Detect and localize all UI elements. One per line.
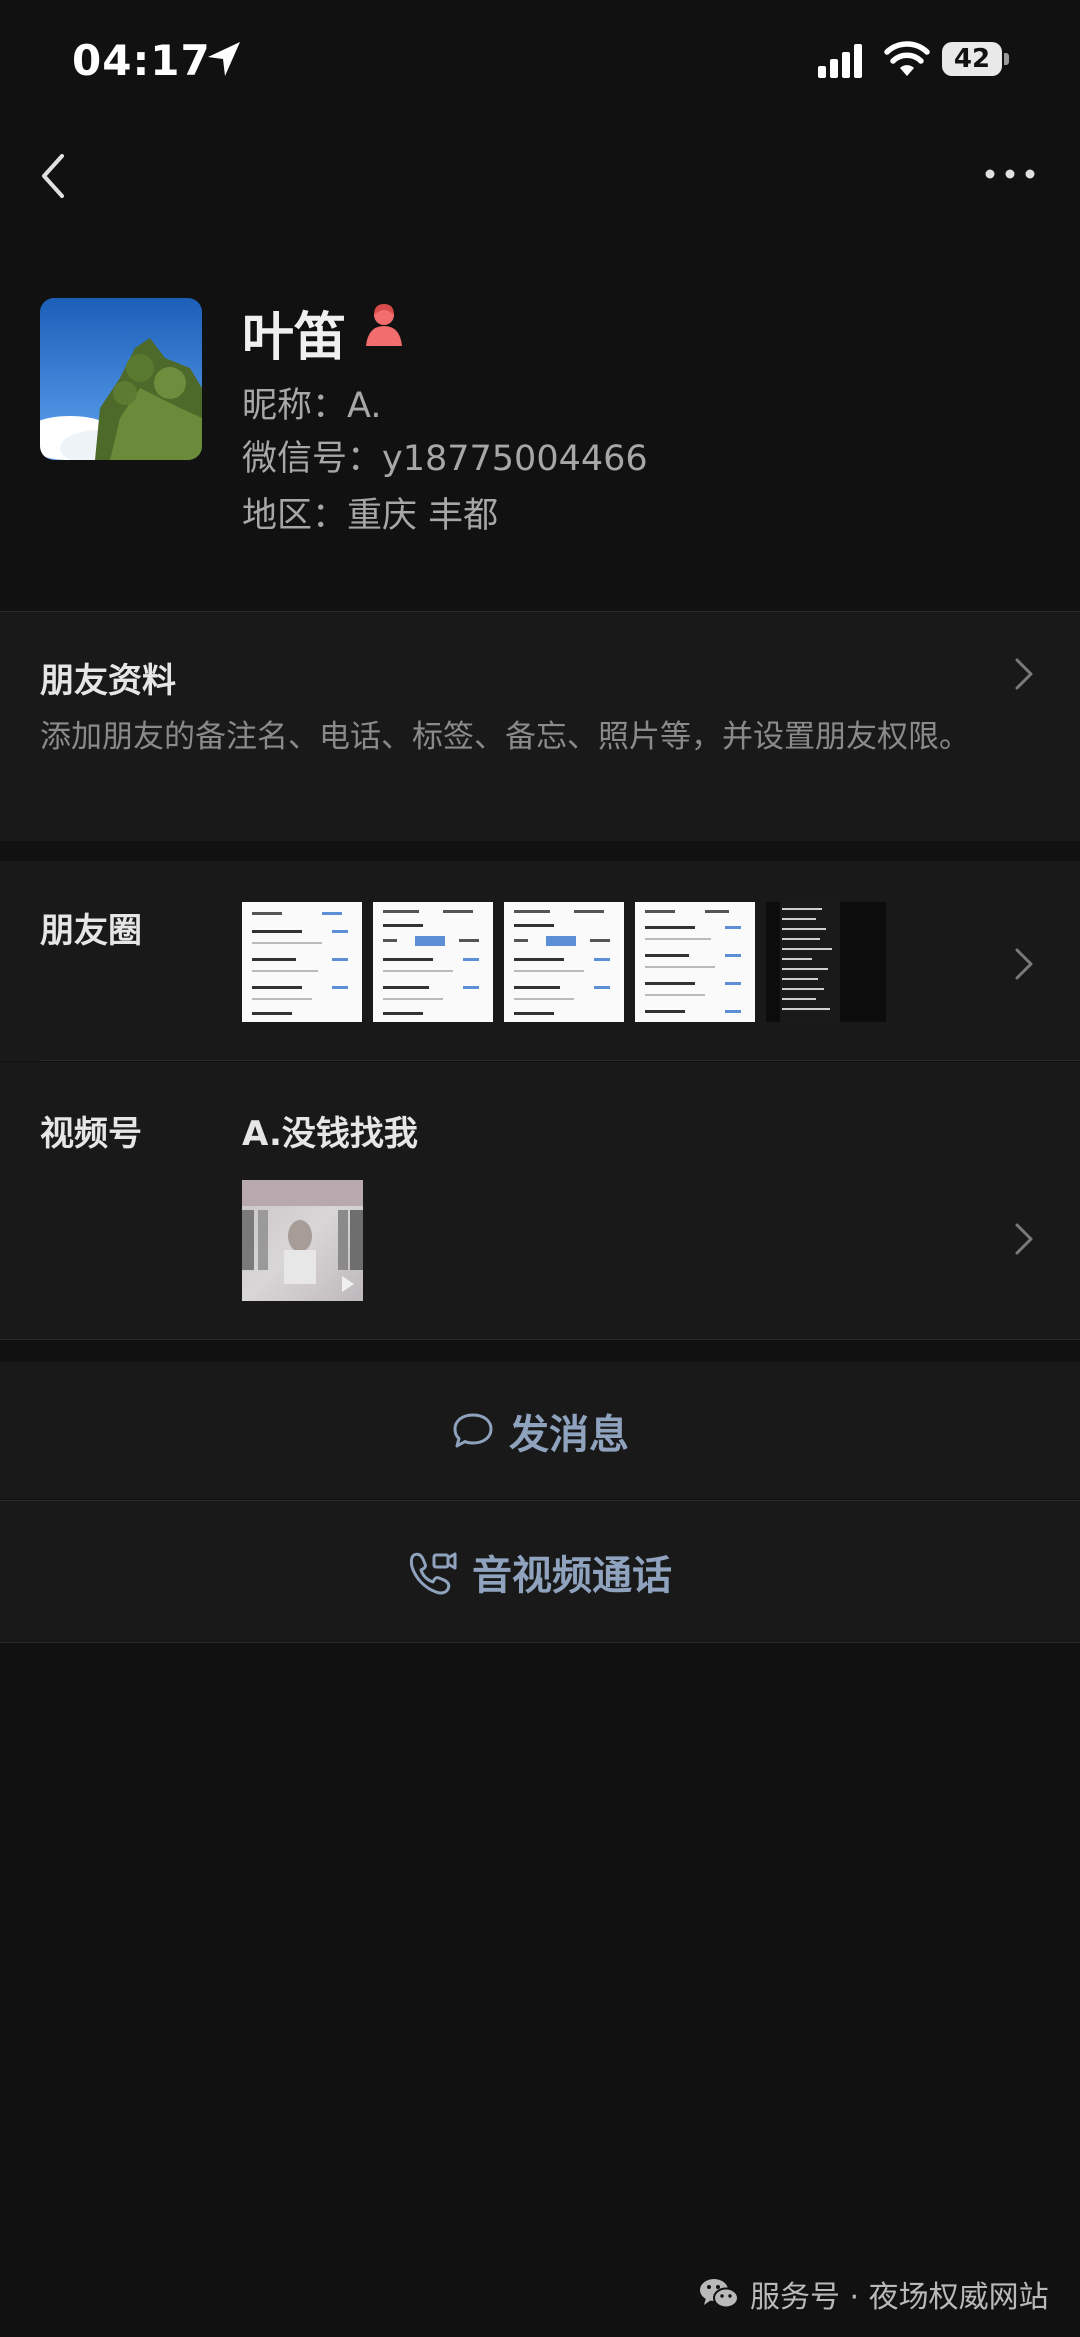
channels-account-name: A.没钱找我 [242,1114,418,1154]
moment-thumbnail[interactable] [373,902,493,1022]
footer-watermark: 服务号 · 夜场权威网站 [698,2272,1049,2316]
contact-name: 叶笛 [242,308,347,368]
moment-thumbnail[interactable] [242,902,362,1022]
wifi-icon [884,41,930,76]
wechat-logo-icon [700,2279,739,2309]
chevron-right-icon [1015,948,1033,980]
send-message-label: 发消息 [509,1411,629,1458]
moment-thumbnail[interactable] [766,902,886,1022]
audio-video-call-label: 音视频通话 [472,1552,672,1599]
more-dots-icon[interactable] [984,160,1036,188]
chevron-right-icon [1015,658,1033,690]
region-text: 地区：重庆 丰都 [242,496,499,536]
channel-video-thumbnail[interactable] [242,1180,363,1301]
friend-info-description: 添加朋友的备注名、电话、标签、备忘、照片等，并设置朋友权限。 [40,719,970,755]
friend-info-title: 朋友资料 [40,661,176,701]
nickname-text: 昵称：A. [242,386,382,426]
channels-title: 视频号 [40,1114,142,1154]
wechat-id-text: 微信号：y18775004466 [242,439,648,479]
channels-row[interactable]: 视频号 A.没钱找我 [0,1062,1080,1339]
chevron-right-icon [1015,1223,1033,1255]
moments-title: 朋友圈 [40,911,142,951]
battery-level: 42 [953,44,991,74]
location-arrow-icon [208,42,240,76]
moment-thumbnail[interactable] [504,902,624,1022]
status-time: 04:17 [72,36,211,85]
chat-bubble-icon [453,1413,493,1447]
avatar[interactable] [40,298,202,460]
chevron-left-icon[interactable] [38,152,68,200]
footer-text: 服务号 · 夜场权威网站 [750,2280,1049,2315]
cellular-signal-icon [818,44,862,78]
moment-thumbnail[interactable] [635,902,755,1022]
send-message-button[interactable]: 发消息 [0,1362,1080,1499]
friend-info-section[interactable]: 朋友资料 添加朋友的备注名、电话、标签、备忘、照片等，并设置朋友权限。 [0,611,1080,841]
video-call-icon [409,1552,457,1594]
battery-indicator: 42 [942,42,1010,78]
audio-video-call-button[interactable]: 音视频通话 [0,1501,1080,1642]
female-icon [366,304,402,346]
